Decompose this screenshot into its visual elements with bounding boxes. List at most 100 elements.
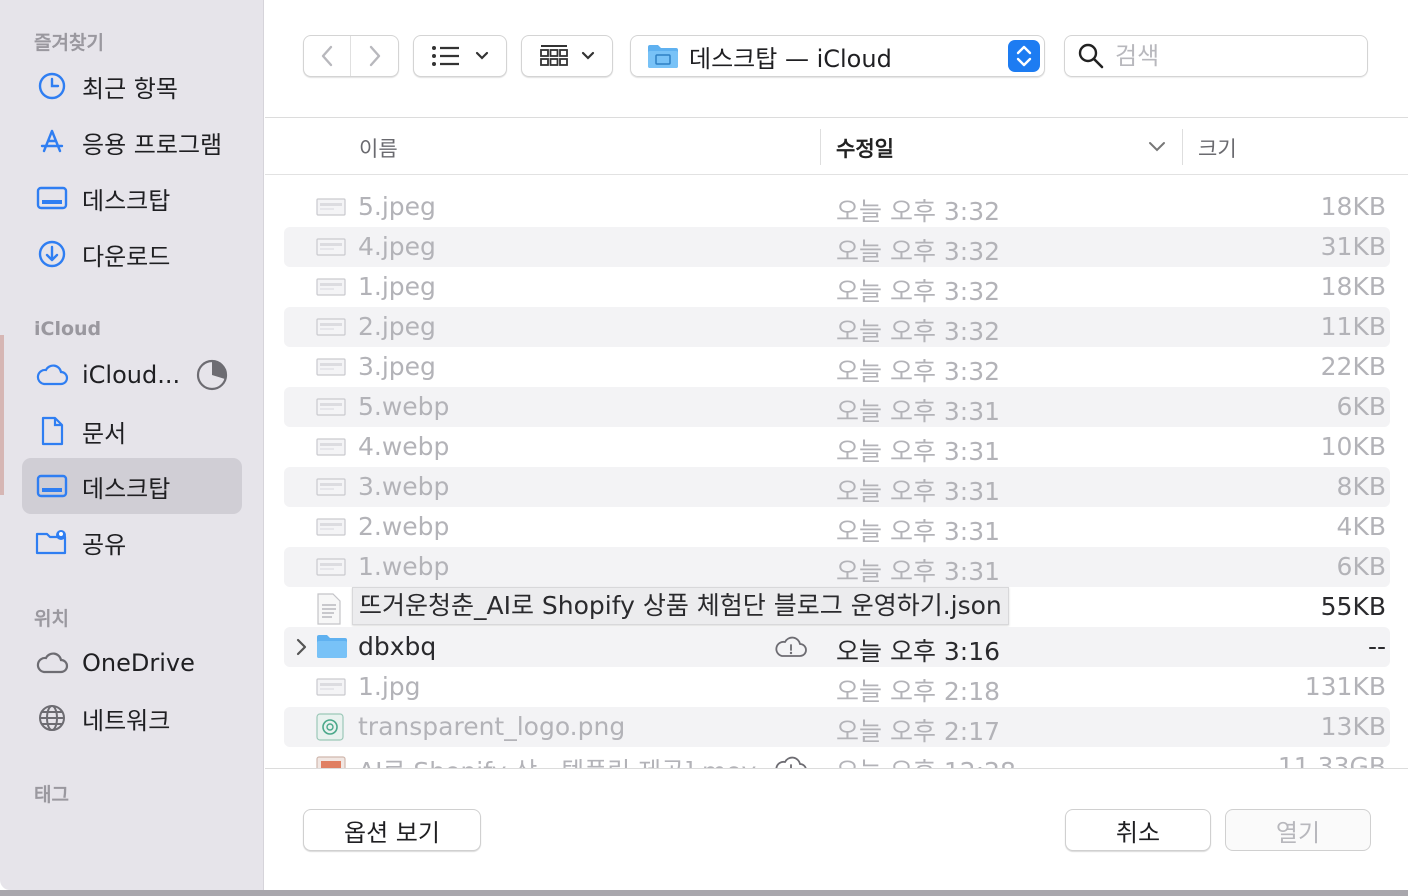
show-options-button[interactable]: 옵션 보기 [303, 809, 481, 851]
location-popup[interactable]: 데스크탑 — iCloud [630, 35, 1045, 77]
open-button[interactable]: 열기 [1225, 809, 1371, 851]
file-row[interactable]: 4.webp 오늘 오후 3:31 10KB [284, 427, 1390, 467]
file-row[interactable]: 1.jpg 오늘 오후 2:18 131KB [284, 667, 1390, 707]
sort-chevron-down-icon [1149, 142, 1165, 152]
file-name: transparent_logo.png [358, 712, 626, 741]
clock-icon [34, 68, 70, 104]
sidebar-item-label: 데스크탑 [82, 186, 171, 215]
file-row[interactable]: 2.jpeg 오늘 오후 3:32 11KB [284, 307, 1390, 347]
image-file-icon [316, 473, 346, 501]
file-date: 오늘 오후 3:32 [836, 197, 1001, 226]
image-file-icon [316, 353, 346, 381]
sidebar-item-downloads[interactable]: 다운로드 [22, 226, 242, 282]
sidebar-item-label: 다운로드 [82, 242, 171, 271]
sidebar-item-desktop[interactable]: 데스크탑 [22, 170, 242, 226]
folder-icon [316, 633, 347, 661]
sidebar-item-label: 네트워크 [82, 706, 171, 735]
cancel-button[interactable]: 취소 [1065, 809, 1211, 851]
json-file-icon [316, 593, 346, 625]
file-row[interactable]: 4.jpeg 오늘 오후 3:32 31KB [284, 227, 1390, 267]
file-size: 55KB [1320, 592, 1386, 621]
file-size: 131KB [1304, 672, 1386, 701]
file-row[interactable]: transparent_logo.png 오늘 오후 2:17 13KB [284, 707, 1390, 747]
column-header: 이름 수정일 크기 [265, 119, 1408, 175]
file-row[interactable]: AI로 Shopify 상...템플릿 제공].mov 오늘 오후 12:28 11… [284, 747, 1390, 768]
group-mode-button[interactable] [521, 35, 613, 77]
sidebar-item-recents[interactable]: 최근 항목 [22, 58, 242, 114]
file-row[interactable]: 뜨거운청춘_AI로 Shopify 상품 체험단 블로그 운영하기.json 55… [284, 587, 1390, 627]
image-file-icon [316, 673, 346, 701]
folder-icon [647, 43, 679, 69]
file-row[interactable]: 3.jpeg 오늘 오후 3:32 22KB [284, 347, 1390, 387]
file-row[interactable]: 5.jpeg 오늘 오후 3:32 18KB [284, 187, 1390, 227]
chevron-down-icon [475, 51, 489, 60]
chevron-left-icon [321, 45, 333, 67]
file-size: 11KB [1320, 312, 1386, 341]
file-size: 18KB [1320, 272, 1386, 301]
search-field[interactable] [1064, 35, 1368, 77]
search-input[interactable] [1115, 42, 1335, 70]
file-date: 오늘 오후 3:31 [836, 437, 1001, 466]
file-date: 오늘 오후 3:32 [836, 237, 1001, 266]
file-row[interactable]: 1.webp 오늘 오후 3:31 6KB [284, 547, 1390, 587]
file-size: 11.33GB [1277, 752, 1386, 768]
sidebar-section-locations: 위치 [34, 608, 69, 630]
file-date: 오늘 오후 3:32 [836, 277, 1001, 306]
file-date: 오늘 오후 3:31 [836, 397, 1001, 426]
file-row[interactable]: 2.webp 오늘 오후 3:31 4KB [284, 507, 1390, 547]
back-button[interactable] [304, 36, 351, 76]
file-row[interactable]: 5.webp 오늘 오후 3:31 6KB [284, 387, 1390, 427]
file-row[interactable]: 3.webp 오늘 오후 3:31 8KB [284, 467, 1390, 507]
sidebar-item-desktop-icloud[interactable]: 데스크탑 [22, 458, 242, 514]
png-file-icon [316, 713, 346, 741]
file-date: 오늘 오후 3:32 [836, 357, 1001, 386]
file-size: 31KB [1320, 232, 1386, 261]
file-name: 3.jpeg [358, 352, 436, 381]
list-view-icon [432, 46, 459, 66]
file-date: 오늘 오후 3:31 [836, 557, 1001, 586]
folder-row[interactable]: dbxbq 오늘 오후 3:16 -- [284, 627, 1390, 667]
disclosure-chevron-right-icon[interactable] [292, 635, 312, 659]
view-mode-button[interactable] [413, 35, 507, 77]
file-name: dbxbq [358, 632, 437, 661]
cloud-download-icon[interactable] [774, 754, 808, 768]
storage-pie-icon[interactable] [196, 359, 228, 391]
file-size: 8KB [1336, 472, 1386, 501]
forward-button[interactable] [351, 36, 398, 76]
column-date-modified[interactable]: 수정일 [836, 133, 894, 163]
cloud-download-icon[interactable] [774, 634, 808, 660]
sidebar-item-network[interactable]: 네트워크 [22, 690, 242, 746]
background-window-edge [0, 335, 4, 495]
dialog-footer: 옵션 보기 취소 열기 [265, 768, 1408, 890]
sidebar-item-documents[interactable]: 문서 [22, 403, 242, 459]
file-date: 오늘 오후 12:28 [836, 752, 1016, 768]
file-size: 13KB [1320, 712, 1386, 741]
sidebar-item-label: OneDrive [82, 649, 195, 677]
sidebar-item-icloud-drive[interactable]: iCloud... [22, 347, 242, 403]
column-divider[interactable] [820, 129, 821, 165]
file-name: AI로 Shopify 상...템플릿 제공].mov [358, 752, 756, 768]
document-icon [34, 413, 70, 449]
globe-icon [34, 700, 70, 736]
nav-buttons [303, 35, 399, 77]
column-divider[interactable] [1182, 129, 1183, 165]
file-date: 오늘 오후 2:17 [836, 717, 1001, 746]
file-row[interactable]: 1.jpeg 오늘 오후 3:32 18KB [284, 267, 1390, 307]
sidebar-item-shared[interactable]: 공유 [22, 514, 242, 570]
search-icon [1077, 42, 1105, 70]
image-file-icon [316, 513, 346, 541]
image-file-icon [316, 313, 346, 341]
sidebar-item-onedrive[interactable]: OneDrive [22, 635, 242, 691]
file-date: 오늘 오후 2:18 [836, 677, 1001, 706]
file-name: 5.webp [358, 392, 450, 421]
cloud-icon [34, 645, 70, 681]
column-size[interactable]: 크기 [1198, 133, 1237, 163]
file-list: 5.jpeg 오늘 오후 3:32 18KB 4.jpeg 오늘 오후 3:32 31KB… [265, 176, 1408, 768]
column-name[interactable]: 이름 [359, 133, 398, 163]
download-icon [34, 236, 70, 272]
file-name: 1.webp [358, 552, 450, 581]
sidebar-item-applications[interactable]: 응용 프로그램 [22, 114, 242, 170]
file-size: -- [1367, 632, 1386, 661]
shared-folder-icon [34, 524, 70, 560]
file-date: 오늘 오후 3:16 [836, 637, 1001, 666]
